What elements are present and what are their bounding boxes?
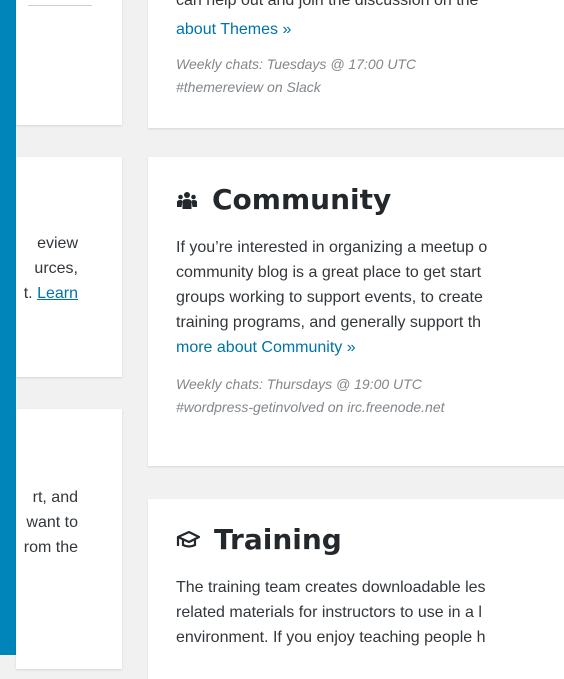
community-chat-time: Weekly chats: Thursdays @ 19:00 UTC (176, 376, 422, 392)
left-card-2: eview urces, t. Learn (16, 157, 122, 377)
themes-partial-text: can help out and join the discussion on … (176, 0, 479, 9)
community-line-4: training programs, and generally support… (176, 314, 482, 331)
community-line-1: If you’re interested in organizing a mee… (176, 239, 488, 256)
community-line-2: community blog is a great place to get s… (176, 264, 482, 281)
training-card: Training The training team creates downl… (148, 499, 564, 679)
training-line-2: related materials for instructors to use… (176, 604, 482, 621)
community-chat-channel: #wordpress-getinvolved on irc.freenode.n… (176, 399, 445, 415)
graduation-cap-icon (176, 530, 200, 548)
left-card-3-line-2: want to (26, 514, 78, 531)
community-heading: Community (176, 183, 391, 216)
groups-icon (177, 191, 197, 209)
admin-sidebar (0, 0, 16, 655)
about-themes-link[interactable]: about Themes » (176, 21, 291, 38)
themes-chat-channel: #themereview on Slack (176, 79, 321, 95)
themes-card: can help out and join the discussion on … (148, 0, 564, 128)
left-card-divider (28, 5, 92, 6)
community-card: Community If you’re interested in organi… (148, 157, 564, 466)
training-line-3: environment. If you enjoy teaching peopl… (176, 629, 486, 646)
themes-chat-time: Weekly chats: Tuesdays @ 17:00 UTC (176, 56, 417, 72)
left-card-3: rt, and want to rom the (16, 409, 122, 669)
left-card-2-line-3-text: t. (23, 285, 33, 302)
more-about-community-link[interactable]: more about Community » (176, 339, 356, 356)
left-card-3-line-3: rom the (23, 539, 78, 556)
left-card-2-line-2: urces, (34, 260, 78, 277)
community-title: Community (212, 183, 392, 216)
left-card-3-line-1: rt, and (32, 489, 78, 506)
left-card-1 (16, 0, 122, 125)
training-heading: Training (176, 523, 342, 556)
left-card-2-line-3: t. Learn (24, 281, 78, 306)
training-title: Training (214, 523, 342, 556)
learn-link[interactable]: Learn (37, 285, 78, 302)
training-line-1: The training team creates downloadable l… (176, 579, 486, 596)
left-card-2-line-1: eview (37, 235, 78, 252)
community-line-3: groups working to support events, to cre… (176, 289, 483, 306)
